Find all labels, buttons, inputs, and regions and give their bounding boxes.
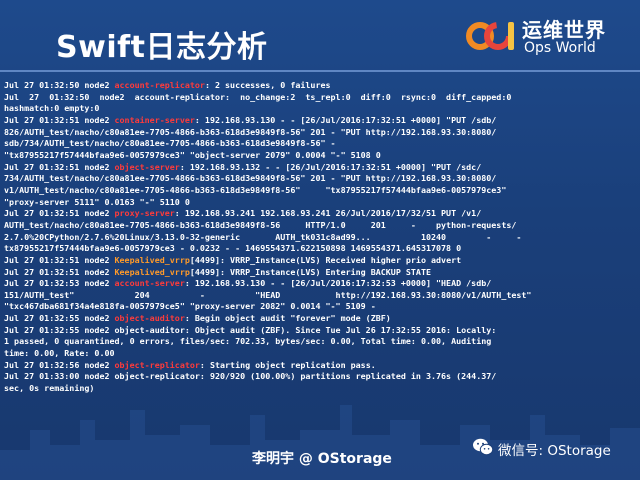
log-text: tx87955217f57444bfaa9e6-0057979ce3 - 0.0… xyxy=(4,243,462,254)
log-text: : Begin object audit "forever" mode (ZBF… xyxy=(184,313,391,324)
log-line: Jul 27 01:32:51 node2 Keepalived_vrrp[44… xyxy=(4,267,636,279)
log-line: Jul 27 01:32:51 node2 Keepalived_vrrp[44… xyxy=(4,255,636,267)
log-line: Jul 27 01:32:55 node2 object-auditor: Ob… xyxy=(4,325,636,337)
log-text: Jul 27 01:32:51 node2 xyxy=(4,208,115,219)
log-line: Jul 27 01:32:51 node2 proxy-server: 192.… xyxy=(4,208,636,220)
log-text: 1 passed, 0 quarantined, 0 errors, files… xyxy=(4,336,492,347)
log-text: : Starting object replication pass. xyxy=(199,359,376,370)
log-line: sec, 0s remaining) xyxy=(4,383,636,395)
log-text: Jul 27 01:32:55 node2 object-auditor: Ob… xyxy=(4,324,497,335)
log-text: 734/AUTH_test/nacho/c80a81ee-7705-4866-b… xyxy=(4,173,497,184)
log-text: hashmatch:0 empty:0 xyxy=(4,103,100,114)
log-text: Jul 27 01:32:55 node2 xyxy=(4,313,115,324)
log-line: 826/AUTH_test/nacho/c80a81ee-7705-4866-b… xyxy=(4,127,636,139)
logo-text-en: Ops World xyxy=(524,40,596,56)
log-text: 826/AUTH_test/nacho/c80a81ee-7705-4866-b… xyxy=(4,126,497,137)
log-line: 2.7.0%20CPython/2.7.6%20Linux/3.13.0-32-… xyxy=(4,232,636,244)
log-text: Jul 27 01:32:51 node2 xyxy=(4,266,115,277)
log-text: 151/AUTH_test" 204 - "HEAD http://192.16… xyxy=(4,289,532,300)
log-text: 2.7.0%20CPython/2.7.6%20Linux/3.13.0-32-… xyxy=(4,231,522,242)
log-text: "txc467dba681f34a4e818fa-0057979ce5" "pr… xyxy=(4,301,376,312)
log-line: 151/AUTH_test" 204 - "HEAD http://192.16… xyxy=(4,290,636,302)
log-line: "tx87955217f57444bfaa9e6-0057979ce3" "ob… xyxy=(4,150,636,162)
log-text: Jul 27 01:32:53 node2 xyxy=(4,278,115,289)
log-line: 1 passed, 0 quarantined, 0 errors, files… xyxy=(4,336,636,348)
logo-text-cn: 运维世界 xyxy=(522,18,606,42)
log-line: Jul 27 01:32:56 node2 object-replicator:… xyxy=(4,360,636,372)
log-line: "txc467dba681f34a4e818fa-0057979ce5" "pr… xyxy=(4,301,636,313)
log-line: hashmatch:0 empty:0 xyxy=(4,103,636,115)
log-text: Jul 27 01:32:51 node2 xyxy=(4,254,115,265)
slide-title: Swift日志分析 xyxy=(56,30,268,65)
log-text: Jul 27 01:33:00 node2 object-replicator:… xyxy=(4,371,497,382)
log-text: [4499]: VRRP_Instance(LVS) Entering BACK… xyxy=(189,266,431,277)
log-line: time: 0.00, Rate: 0.00 xyxy=(4,348,636,360)
wechat-icon xyxy=(473,438,494,456)
log-process-name: object-replicator xyxy=(114,359,200,370)
log-process-name: account-server xyxy=(114,278,185,289)
swift-log-output: Jul 27 01:32:50 node2 account-replicator… xyxy=(4,80,636,395)
log-line: Jul 27 01:32:50 node2 account-replicator… xyxy=(4,80,636,92)
log-line: tx87955217f57444bfaa9e6-0057979ce3 - 0.0… xyxy=(4,243,636,255)
ops-world-logo: 运维世界 Ops World xyxy=(466,12,626,60)
author-credit: 李明宇 @ OStorage xyxy=(252,451,392,467)
log-line: v1/AUTH_test/nacho/c80a81ee-7705-4866-b3… xyxy=(4,185,636,197)
log-line: Jul 27 01:32:50 node2 account-replicator… xyxy=(4,92,636,104)
log-line: 734/AUTH_test/nacho/c80a81ee-7705-4866-b… xyxy=(4,173,636,185)
log-line: Jul 27 01:32:53 node2 account-server: 19… xyxy=(4,278,636,290)
log-text: sec, 0s remaining) xyxy=(4,383,95,394)
log-process-name: Keepalived_vrrp xyxy=(114,266,190,277)
log-process-name: proxy-server xyxy=(114,208,175,219)
log-text: : 2 successes, 0 failures xyxy=(204,80,331,90)
log-text: Jul 27 01:32:51 node2 xyxy=(4,161,115,172)
log-text: Jul 27 01:32:50 node2 account-replicator… xyxy=(4,91,512,102)
log-text: : 192.168.93.132 - - [26/Jul/2016:17:32:… xyxy=(179,161,482,172)
log-process-name: object-server xyxy=(114,161,180,172)
log-text: Jul 27 01:32:51 node2 xyxy=(4,114,115,125)
log-text: "proxy-server 5111" 0.0163 "-" 5110 0 xyxy=(4,196,190,207)
log-line: Jul 27 01:32:51 node2 container-server: … xyxy=(4,115,636,127)
log-text: : 192.168.93.130 - - [26/Jul/2016:17:32:… xyxy=(194,114,497,125)
log-text: Jul 27 01:32:56 node2 xyxy=(4,359,115,370)
log-process-name: Keepalived_vrrp xyxy=(114,254,190,265)
slide: Swift日志分析 运维世界 Ops World Jul 27 01:32:50… xyxy=(0,0,640,480)
wechat-account-label: 微信号: OStorage xyxy=(498,443,611,459)
log-text: Jul 27 01:32:50 node2 xyxy=(4,80,115,90)
log-line: Jul 27 01:32:51 node2 object-server: 192… xyxy=(4,162,636,174)
log-text: "tx87955217f57444bfaa9e6-0057979ce3" "ob… xyxy=(4,149,381,160)
log-process-name: object-auditor xyxy=(114,313,185,324)
log-line: Jul 27 01:32:55 node2 object-auditor: Be… xyxy=(4,313,636,325)
log-text: time: 0.00, Rate: 0.00 xyxy=(4,348,115,359)
log-text: v1/AUTH_test/nacho/c80a81ee-7705-4866-b3… xyxy=(4,184,507,195)
ops-world-logo-icon xyxy=(466,22,514,50)
log-line: sdb/734/AUTH_test/nacho/c80a81ee-7705-48… xyxy=(4,138,636,150)
log-text: : 192.168.93.130 - - [26/Jul/2016:17:32:… xyxy=(184,278,492,289)
title-divider xyxy=(0,70,640,72)
log-line: Jul 27 01:33:00 node2 object-replicator:… xyxy=(4,371,636,383)
log-process-name: account-replicator xyxy=(114,80,205,90)
log-text: sdb/734/AUTH_test/nacho/c80a81ee-7705-48… xyxy=(4,138,336,149)
log-text: AUTH_test/nacho/c80a81ee-7705-4866-b363-… xyxy=(4,219,517,230)
log-process-name: container-server xyxy=(114,114,195,125)
log-line: "proxy-server 5111" 0.0163 "-" 5110 0 xyxy=(4,197,636,209)
log-line: AUTH_test/nacho/c80a81ee-7705-4866-b363-… xyxy=(4,220,636,232)
log-text: : 192.168.93.241 192.168.93.241 26/Jul/2… xyxy=(174,208,482,219)
log-text: [4499]: VRRP_Instance(LVS) Received high… xyxy=(189,254,462,265)
